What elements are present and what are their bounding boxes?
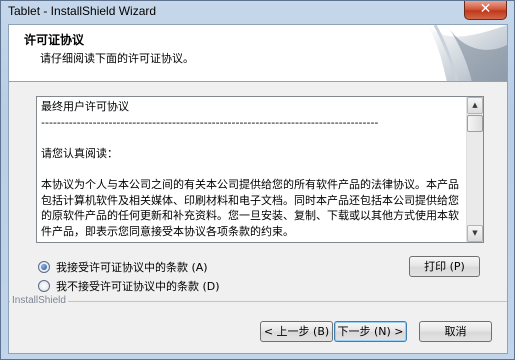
installer-window: Tablet - InstallShield Wizard ✕ 许可证协议 请仔… (0, 0, 515, 360)
license-text: 最终用户许可协议 -------------------------------… (41, 100, 459, 238)
scroll-down-icon[interactable]: ▼ (467, 225, 483, 242)
title-bar[interactable]: Tablet - InstallShield Wizard ✕ (1, 1, 514, 23)
accept-radio-option[interactable]: 我接受许可证协议中的条款 (A) (38, 259, 208, 275)
accept-radio[interactable] (38, 261, 50, 273)
license-text-box[interactable]: 最终用户许可协议 -------------------------------… (36, 96, 484, 243)
accept-radio-label[interactable]: 我接受许可证协议中的条款 (A) (56, 259, 208, 275)
page-title: 许可证协议 (24, 33, 85, 47)
header-decoration-icon (427, 25, 507, 81)
back-button[interactable]: < 上一步 (B) (260, 321, 333, 342)
brand-divider (9, 301, 507, 302)
page-subtitle: 请仔细阅读下面的许可证协议。 (40, 52, 194, 65)
brand-label: InstallShield (10, 295, 68, 306)
dialog-client-area: 许可证协议 请仔细阅读下面的许可证协议。 最终用户许可协议 ----------… (8, 24, 508, 354)
window-title: Tablet - InstallShield Wizard (8, 4, 157, 18)
scroll-up-icon[interactable]: ▲ (467, 97, 483, 114)
print-button[interactable]: 打印 (P) (409, 256, 480, 277)
close-button[interactable]: ✕ (464, 1, 507, 20)
vertical-scrollbar[interactable]: ▲ ▼ (466, 97, 483, 242)
next-button[interactable]: 下一步 (N) > (334, 321, 407, 342)
close-icon: ✕ (479, 1, 492, 17)
decline-radio-label[interactable]: 我不接受许可证协议中的条款 (D) (56, 278, 220, 294)
decline-radio[interactable] (38, 280, 50, 292)
decline-radio-option[interactable]: 我不接受许可证协议中的条款 (D) (38, 278, 220, 294)
wizard-header: 许可证协议 请仔细阅读下面的许可证协议。 (9, 25, 507, 82)
scroll-thumb[interactable] (467, 115, 483, 132)
cancel-button[interactable]: 取消 (419, 321, 492, 342)
